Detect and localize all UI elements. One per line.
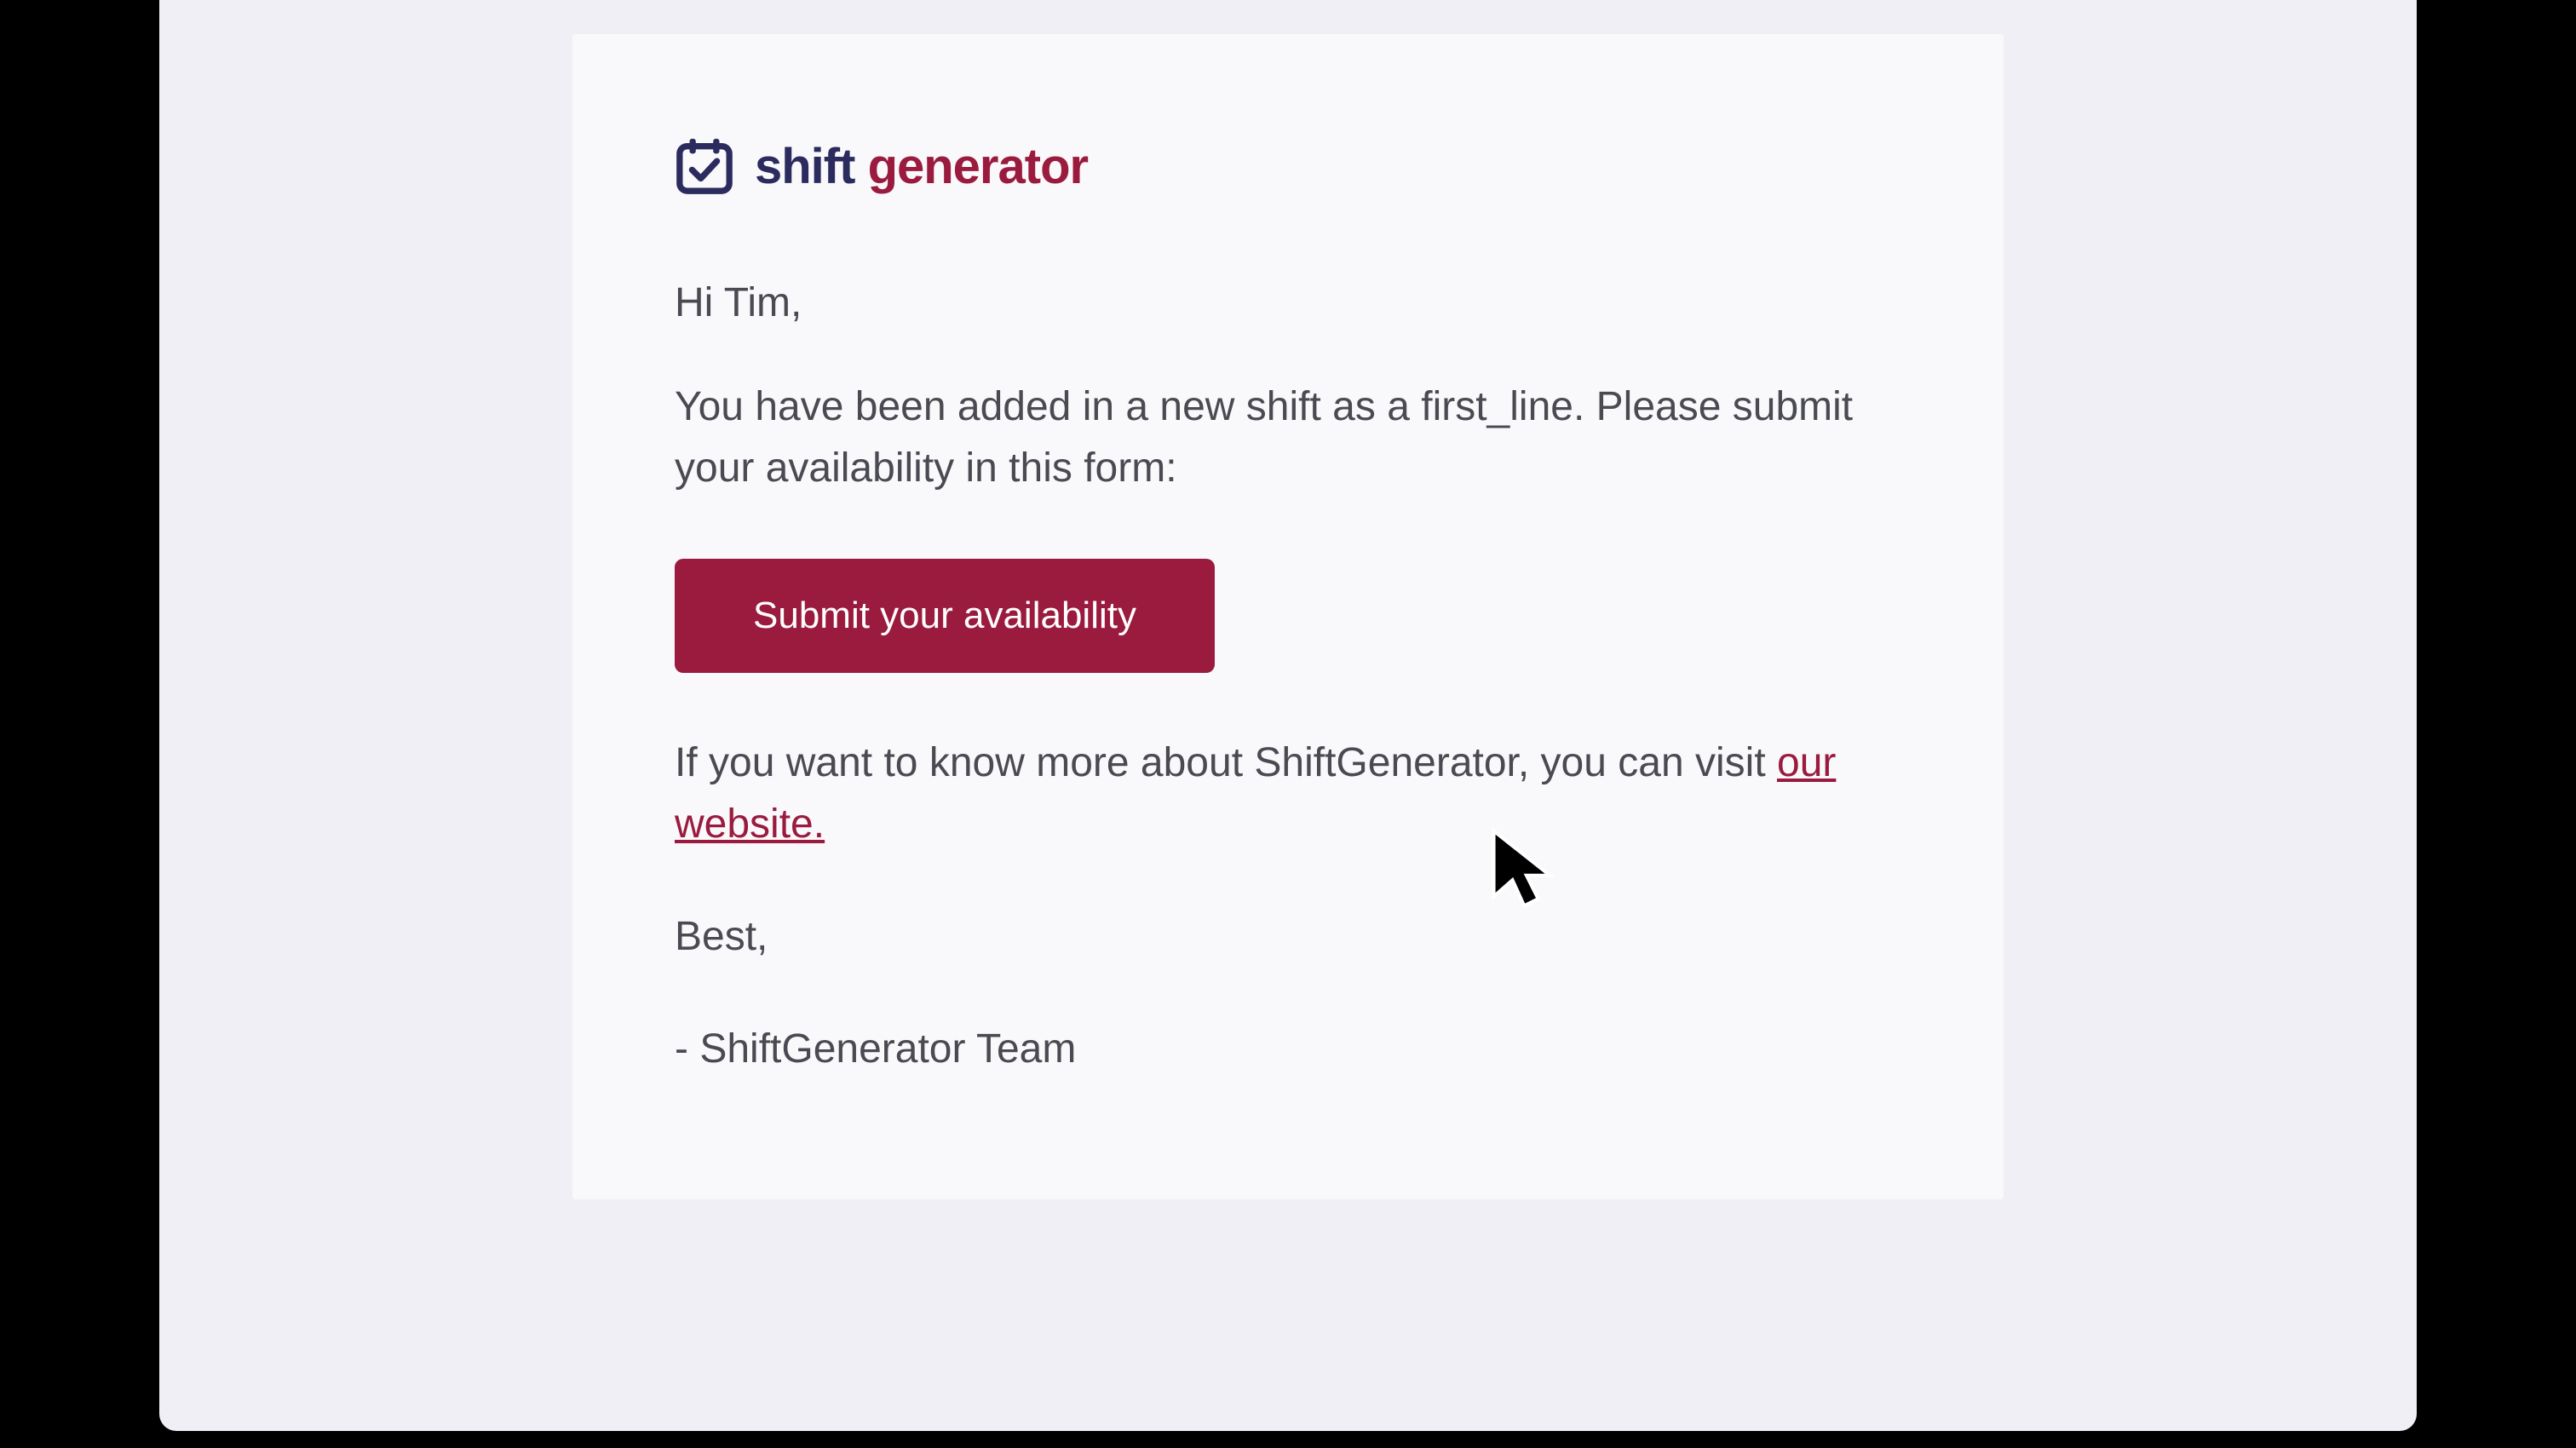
content-wrap: shift generator Hi Tim, You have been ad… [572,34,2004,1199]
logo-word-shift: shift [755,139,854,194]
closing-text: Best, [675,906,1901,968]
email-viewport: shift generator Hi Tim, You have been ad… [159,0,2417,1431]
intro-text: You have been added in a new shift as a … [675,376,1901,499]
signature-text: - ShiftGenerator Team [675,1019,1901,1080]
greeting-text: Hi Tim, [675,273,1901,334]
info-prefix: If you want to know more about ShiftGene… [675,740,1777,785]
info-text: If you want to know more about ShiftGene… [675,733,1901,855]
calendar-check-icon [675,136,734,196]
logo: shift generator [675,136,1901,196]
logo-text: shift generator [755,138,1088,195]
logo-word-generator: generator [868,139,1089,194]
email-card: shift generator Hi Tim, You have been ad… [572,34,2004,1199]
submit-availability-button[interactable]: Submit your availability [675,559,1215,673]
